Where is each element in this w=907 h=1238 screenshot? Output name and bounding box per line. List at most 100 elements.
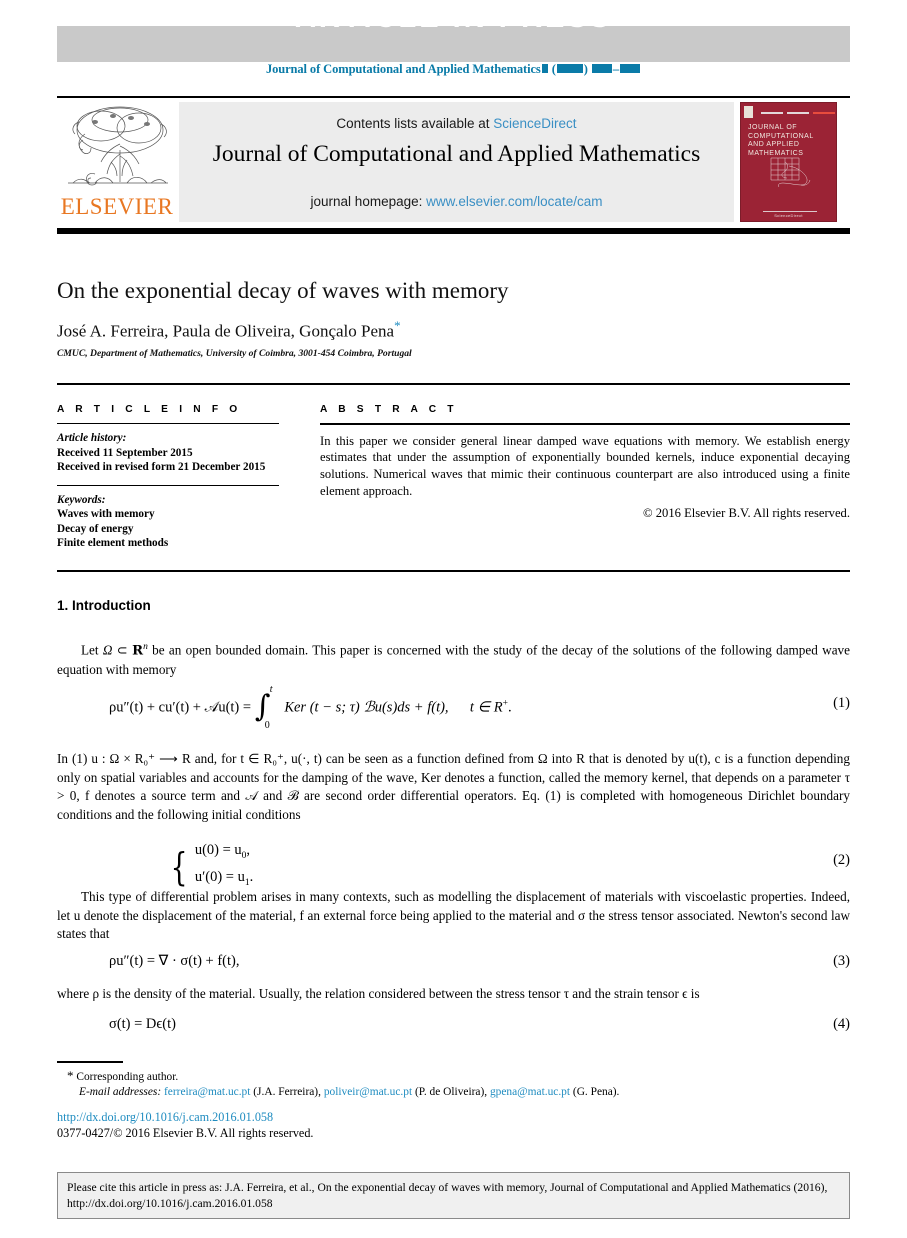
article-history-revised: Received in revised form 21 December 201… — [57, 461, 266, 474]
omega-symbol: Ω — [102, 642, 113, 658]
equation-2-row2: u′(0) = u — [194, 868, 245, 885]
abstract-text: In this paper we consider general linear… — [320, 433, 850, 498]
masthead-top-rule — [57, 96, 850, 98]
title-bottom-rule — [57, 383, 850, 385]
citation-box: Please cite this article in press as: J.… — [57, 1172, 850, 1219]
email-addresses-note: E-mail addresses: ferreira@mat.uc.pt (J.… — [57, 1085, 850, 1101]
sciencedirect-link[interactable]: ScienceDirect — [493, 116, 576, 131]
corresponding-author-note: * Corresponding author. — [57, 1068, 850, 1086]
article-info-heading: A R T I C L E I N F O — [57, 404, 242, 415]
keywords-label: Keywords: — [57, 493, 106, 506]
intro-p3-text: This type of differential problem arises… — [57, 889, 850, 941]
cover-footer-label: ScienceDirect — [774, 213, 803, 218]
contents-lists-line: Contents lists available at ScienceDirec… — [179, 116, 734, 131]
article-history-label: Article history: — [57, 432, 127, 445]
equation-1-number: (1) — [833, 695, 850, 711]
email-owner: (G. Pena). — [572, 1086, 620, 1098]
article-in-press-label: ARTICLE IN PRESS — [294, 2, 613, 34]
lastpage-placeholder-block — [620, 64, 641, 73]
elsevier-logo: ELSEVIER — [59, 102, 175, 222]
intro-paragraph-1: Let Ω ⊂ Rn be an open bounded domain. Th… — [57, 638, 850, 679]
footnote-rule — [57, 1061, 123, 1063]
intro-paragraph-2: In (1) u : Ω × R₀⁺ ⟶ R and, for t ∈ R₀⁺,… — [57, 750, 850, 824]
integral-symbol: ∫ t 0 — [254, 684, 273, 731]
article-history-received: Received 11 September 2015 — [57, 446, 193, 459]
journal-homepage-link[interactable]: www.elsevier.com/locate/cam — [426, 194, 602, 209]
page-title: On the exponential decay of waves with m… — [57, 278, 509, 303]
journal-title: Journal of Computational and Applied Mat… — [212, 141, 701, 167]
equation-3-body: ρu″(t) = ∇ · σ(t) + f(t), — [109, 953, 240, 969]
paren-close: ) — [583, 62, 588, 76]
journal-running-title: Journal of Computational and Applied Mat… — [265, 62, 541, 76]
footnote-star-icon: * — [67, 1068, 74, 1083]
paren-open: ( — [551, 62, 556, 76]
cover-artwork-icon — [770, 157, 811, 188]
abstract-bottom-rule — [57, 570, 850, 572]
doi-link[interactable]: http://dx.doi.org/10.1016/j.cam.2016.01.… — [57, 1110, 273, 1125]
masthead-center-panel: Contents lists available at ScienceDirec… — [179, 102, 734, 222]
equation-4-body: σ(t) = Dϵ(t) — [109, 1016, 176, 1032]
journal-homepage-line: journal homepage: www.elsevier.com/locat… — [179, 194, 734, 209]
email-owner: (P. de Oliveira), — [414, 1086, 488, 1098]
intro-paragraph-4: where ρ is the density of the material. … — [57, 985, 850, 1004]
equation-2-row1: u(0) = u — [194, 842, 242, 858]
keyword-item: Decay of energy — [57, 522, 134, 535]
article-history-block: Article history: Received 11 September 2… — [57, 431, 279, 475]
journal-homepage-label: journal homepage: — [310, 194, 423, 209]
email-owner: (J.A. Ferreira), — [253, 1086, 321, 1098]
email-addresses-label: E-mail addresses: — [79, 1086, 162, 1098]
article-info-rule-1 — [57, 423, 279, 425]
equation-2-row2-end: . — [249, 868, 254, 885]
intro-p1-part-c: be an open bounded domain. This paper is… — [57, 642, 850, 677]
author-list: José A. Ferreira, Paula de Oliveira, Gon… — [57, 318, 850, 342]
elsevier-wordmark: ELSEVIER — [60, 194, 174, 219]
equation-2-rows: u(0) = u0, u′(0) = u1. — [195, 840, 253, 894]
equation-1-domain: t ∈ R — [469, 699, 503, 716]
intro-p1-part-a: Let — [81, 642, 103, 658]
email-link[interactable]: poliveir@mat.uc.pt — [324, 1086, 412, 1098]
integral-upper-limit: t — [269, 684, 273, 695]
equation-2-body: { u(0) = u0, u′(0) = u1. — [167, 840, 254, 894]
intro-p4-text: where ρ is the density of the material. … — [57, 986, 700, 1001]
equation-4-number: (4) — [833, 1016, 850, 1032]
keyword-item: Finite element methods — [57, 537, 169, 550]
cover-topbar — [745, 108, 835, 120]
cover-footer-rule — [763, 211, 817, 212]
equation-1-period: . — [507, 699, 512, 716]
year-placeholder-block — [556, 64, 583, 73]
subset-symbol: ⊂ — [112, 642, 133, 658]
keyword-item: Waves with memory — [57, 508, 155, 521]
keywords-block: Keywords: Waves with memory Decay of ene… — [57, 493, 279, 551]
page-range-dash: – — [612, 62, 620, 76]
journal-running-reference: Journal of Computational and Applied Mat… — [0, 62, 907, 77]
intro-p2-text: In (1) u : Ω × R₀⁺ ⟶ R and, for t ∈ R₀⁺,… — [57, 751, 850, 822]
equation-1-body: ρu″(t) + cu′(t) + 𝒜u(t) = ∫ t 0 Ker (t −… — [109, 684, 512, 731]
left-brace-symbol: { — [170, 844, 188, 889]
equation-3-number: (3) — [833, 953, 850, 969]
firstpage-placeholder-block — [591, 64, 612, 73]
equation-1-lhs: ρu″(t) + cu′(t) + 𝒜u(t) = — [109, 699, 252, 716]
masthead-bottom-rule — [57, 228, 850, 234]
email-link[interactable]: ferreira@mat.uc.pt — [164, 1086, 250, 1098]
email-link[interactable]: gpena@mat.uc.pt — [490, 1086, 570, 1098]
equation-2-row1-end: , — [246, 842, 251, 858]
cover-title: JOURNAL OF COMPUTATIONAL AND APPLIED MAT… — [748, 124, 814, 157]
abstract-rule — [320, 423, 850, 425]
citation-text: Please cite this article in press as: J.… — [67, 1181, 828, 1210]
paper-page: ARTICLE IN PRESS Journal of Computationa… — [0, 0, 907, 1238]
equation-2-number: (2) — [833, 852, 850, 868]
intro-paragraph-3: This type of differential problem arises… — [57, 888, 850, 944]
volume-placeholder-block — [541, 64, 548, 73]
abstract-copyright: © 2016 Elsevier B.V. All rights reserved… — [643, 506, 850, 521]
masthead: ELSEVIER Contents lists available at Sci… — [57, 100, 850, 224]
abstract-heading: A B S T R A C T — [320, 404, 458, 415]
contents-lists-label: Contents lists available at — [336, 116, 490, 131]
integral-lower-limit: 0 — [264, 720, 270, 731]
elsevier-tree-icon — [68, 106, 168, 186]
article-info-rule-2 — [57, 484, 279, 486]
section-1-heading: 1. Introduction — [57, 598, 151, 613]
reals-symbol: R — [132, 643, 144, 659]
corresponding-author-marker: * — [394, 318, 401, 333]
issn-copyright-line: 0377-0427/© 2016 Elsevier B.V. All right… — [57, 1126, 314, 1140]
journal-cover-thumbnail: JOURNAL OF COMPUTATIONAL AND APPLIED MAT… — [740, 102, 837, 222]
